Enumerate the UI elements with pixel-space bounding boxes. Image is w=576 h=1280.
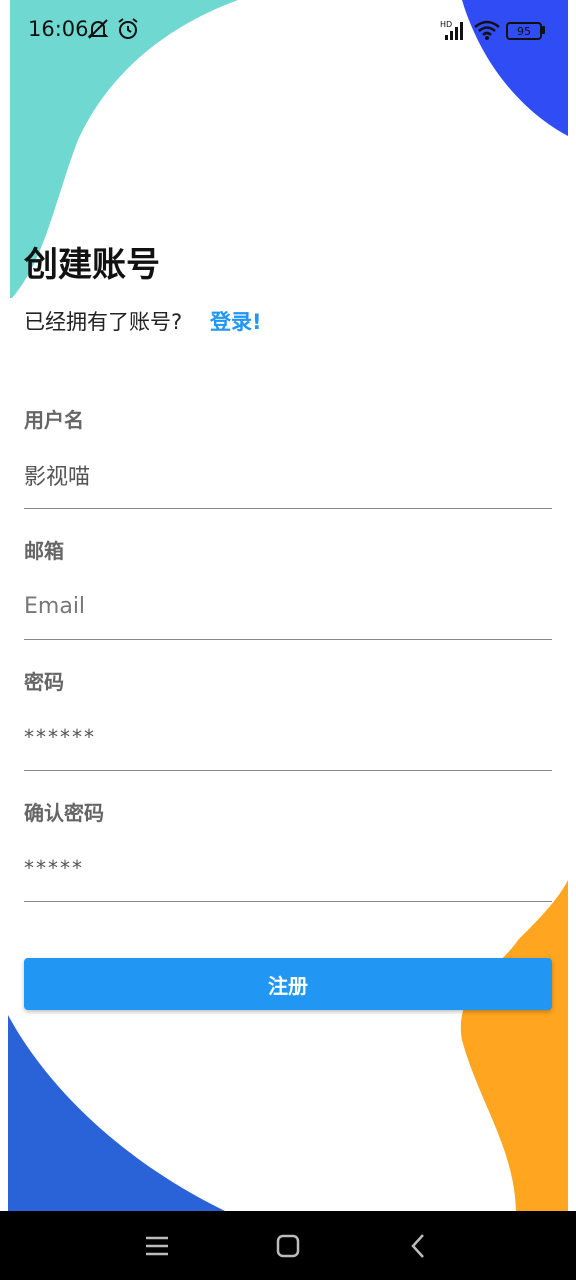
- menu-icon[interactable]: [140, 1229, 174, 1263]
- confirm-password-label: 确认密码: [24, 801, 104, 825]
- password-label: 密码: [24, 670, 64, 694]
- email-label: 邮箱: [24, 539, 64, 563]
- battery-level: 95: [517, 24, 531, 38]
- page-title: 创建账号: [24, 245, 160, 285]
- home-icon[interactable]: [271, 1229, 305, 1263]
- alarm-icon: [118, 18, 138, 39]
- svg-text:HD: HD: [440, 20, 452, 29]
- battery-tip: [542, 26, 545, 34]
- register-button[interactable]: 注册: [24, 958, 552, 1010]
- password-underline: [24, 770, 552, 771]
- status-time: 16:06: [28, 17, 89, 41]
- username-input[interactable]: [24, 447, 552, 503]
- navigation-bar: [0, 1211, 576, 1280]
- email-underline: [24, 639, 552, 640]
- login-link[interactable]: 登录!: [210, 306, 262, 336]
- email-input[interactable]: [24, 578, 552, 634]
- mute-icon: [87, 19, 109, 39]
- back-icon[interactable]: [402, 1229, 436, 1263]
- wifi-icon: [474, 20, 500, 40]
- password-input[interactable]: [24, 709, 552, 765]
- battery-icon: 95: [506, 22, 542, 40]
- username-label: 用户名: [24, 408, 84, 432]
- orange-decoration: [460, 880, 568, 1215]
- status-bar: 16:06 HD 95: [0, 0, 576, 60]
- have-account-text: 已经拥有了账号?: [24, 310, 183, 334]
- hd-signal-icon: HD: [440, 20, 463, 40]
- confirm-password-underline: [24, 901, 552, 902]
- confirm-password-input[interactable]: [24, 840, 552, 896]
- username-underline: [24, 508, 552, 509]
- dark-blue-decoration: [8, 1015, 225, 1211]
